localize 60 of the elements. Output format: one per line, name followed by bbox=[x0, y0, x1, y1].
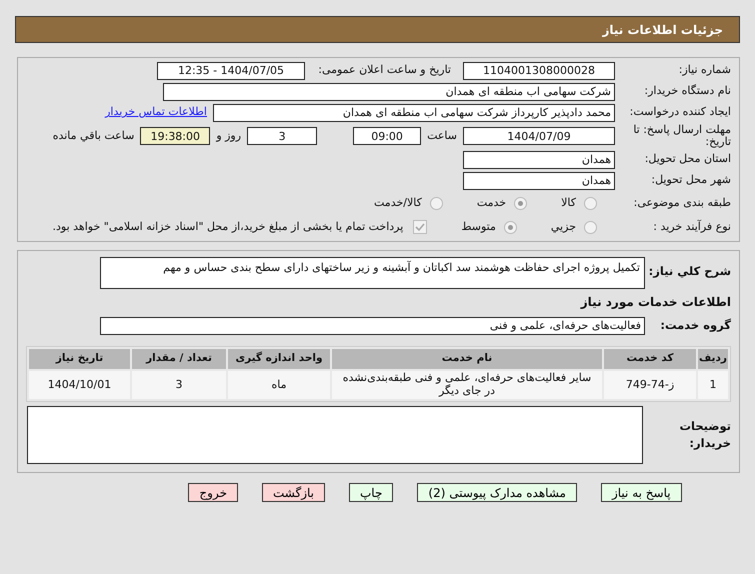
field-label: مهلت ارسال پاسخ: تا تاریخ: bbox=[632, 124, 731, 148]
field-label: شهر محل تحویل: bbox=[650, 172, 731, 188]
table-cell: ز-74-749 bbox=[604, 371, 696, 399]
notes-textarea[interactable] bbox=[27, 406, 643, 464]
text-field[interactable]: فعالیت‌های حرفه‌ای، علمی و فنی bbox=[100, 316, 645, 334]
field-label: استان محل تحویل: bbox=[644, 151, 731, 168]
action-button[interactable]: بازگشت bbox=[262, 483, 325, 502]
text-field[interactable]: 09:00 bbox=[353, 127, 422, 145]
remaining-time: 19:38:00 bbox=[140, 127, 210, 145]
field-label: توضیحات خریدار: bbox=[678, 418, 731, 452]
radio-button[interactable] bbox=[584, 220, 597, 234]
radio-button[interactable] bbox=[584, 196, 597, 210]
column-header: تعداد / مقدار bbox=[132, 349, 226, 369]
option-label: جزیي bbox=[550, 218, 576, 235]
text-field[interactable]: محمد دادپذیر کارپرداز شرکت سهامی اب منطقه ای همدان bbox=[213, 104, 615, 122]
column-header: واحد اندازه گیری bbox=[228, 349, 330, 369]
field-label: ایجاد کننده درخواست: bbox=[628, 104, 731, 120]
text-field[interactable]: همدان bbox=[463, 150, 615, 168]
table-cell: 1404/10/01 bbox=[29, 371, 130, 399]
field-label: نوع فرآیند خرید : bbox=[652, 218, 731, 235]
description-textarea[interactable]: تکمیل پروژه اجرای حفاظت هوشمند سد اکباتان و آبشینه و زیر ساختهای دارای سطح بندی حساس و مهم bbox=[100, 257, 645, 289]
option-label: خدمت bbox=[476, 194, 506, 211]
text-field[interactable]: 3 bbox=[247, 127, 318, 145]
column-header: تاریخ نیاز bbox=[29, 349, 130, 369]
column-header: نام خدمت bbox=[332, 349, 602, 369]
radio-button[interactable] bbox=[504, 220, 517, 234]
contact-link[interactable]: اطلاعات تماس خریدار bbox=[105, 104, 207, 121]
text-field[interactable]: 1404/07/09 bbox=[463, 127, 615, 145]
action-button[interactable]: مشاهده مدارک پیوستی (2) bbox=[417, 483, 577, 502]
checkbox[interactable] bbox=[413, 220, 428, 234]
text-field[interactable]: 1404/07/05 - 12:35 bbox=[157, 62, 305, 80]
field-label: تاریخ و ساعت اعلان عمومی: bbox=[317, 62, 451, 78]
option-label: کالا/خدمت bbox=[374, 194, 422, 211]
radio-button[interactable] bbox=[514, 196, 528, 210]
action-button[interactable]: چاپ bbox=[349, 483, 394, 502]
action-button[interactable]: پاسخ به نیاز bbox=[600, 483, 682, 502]
page-title: جزئیات اطلاعات نیاز bbox=[15, 16, 740, 43]
text-field[interactable]: شرکت سهامی اب منطقه ای همدان bbox=[163, 82, 615, 100]
field-label: روز و bbox=[216, 128, 242, 144]
field-label: ساعت bbox=[427, 128, 457, 144]
column-header: ردیف bbox=[698, 349, 728, 369]
field-label: نام دستگاه خریدار: bbox=[643, 83, 731, 100]
radio-button[interactable] bbox=[430, 196, 443, 210]
column-header: کد خدمت bbox=[604, 349, 696, 369]
table-cell: سایر فعالیت‌های حرفه‌ای، علمی و فنی طبقه‌بندی‌نشده در جای دیگر bbox=[332, 371, 602, 399]
text-field[interactable]: 1104001308000028 bbox=[463, 62, 615, 80]
table-cell: ماه bbox=[228, 371, 330, 399]
field-label: طبقه بندی موضوعی: bbox=[632, 194, 731, 211]
table-cell: 3 bbox=[132, 371, 226, 399]
option-label: کالا bbox=[561, 194, 576, 211]
field-label: شرح كلي نیاز: bbox=[651, 263, 731, 280]
table-cell: 1 bbox=[698, 371, 728, 399]
action-button[interactable]: خروج bbox=[188, 483, 238, 502]
text-field[interactable]: همدان bbox=[463, 172, 615, 190]
field-label: شماره نیاز: bbox=[678, 62, 731, 78]
field-label: گروه خدمت: bbox=[659, 316, 731, 334]
payment-note: پرداخت تمام یا بخشی از مبلغ خرید،از محل "اسناد خزانه اسلامی" خواهد بود. bbox=[52, 218, 404, 235]
field-label: ساعت باقي مانده bbox=[52, 128, 134, 144]
section-title: اطلاعات خدمات مورد نیاز bbox=[580, 294, 731, 311]
option-label: متوسط bbox=[461, 218, 496, 235]
